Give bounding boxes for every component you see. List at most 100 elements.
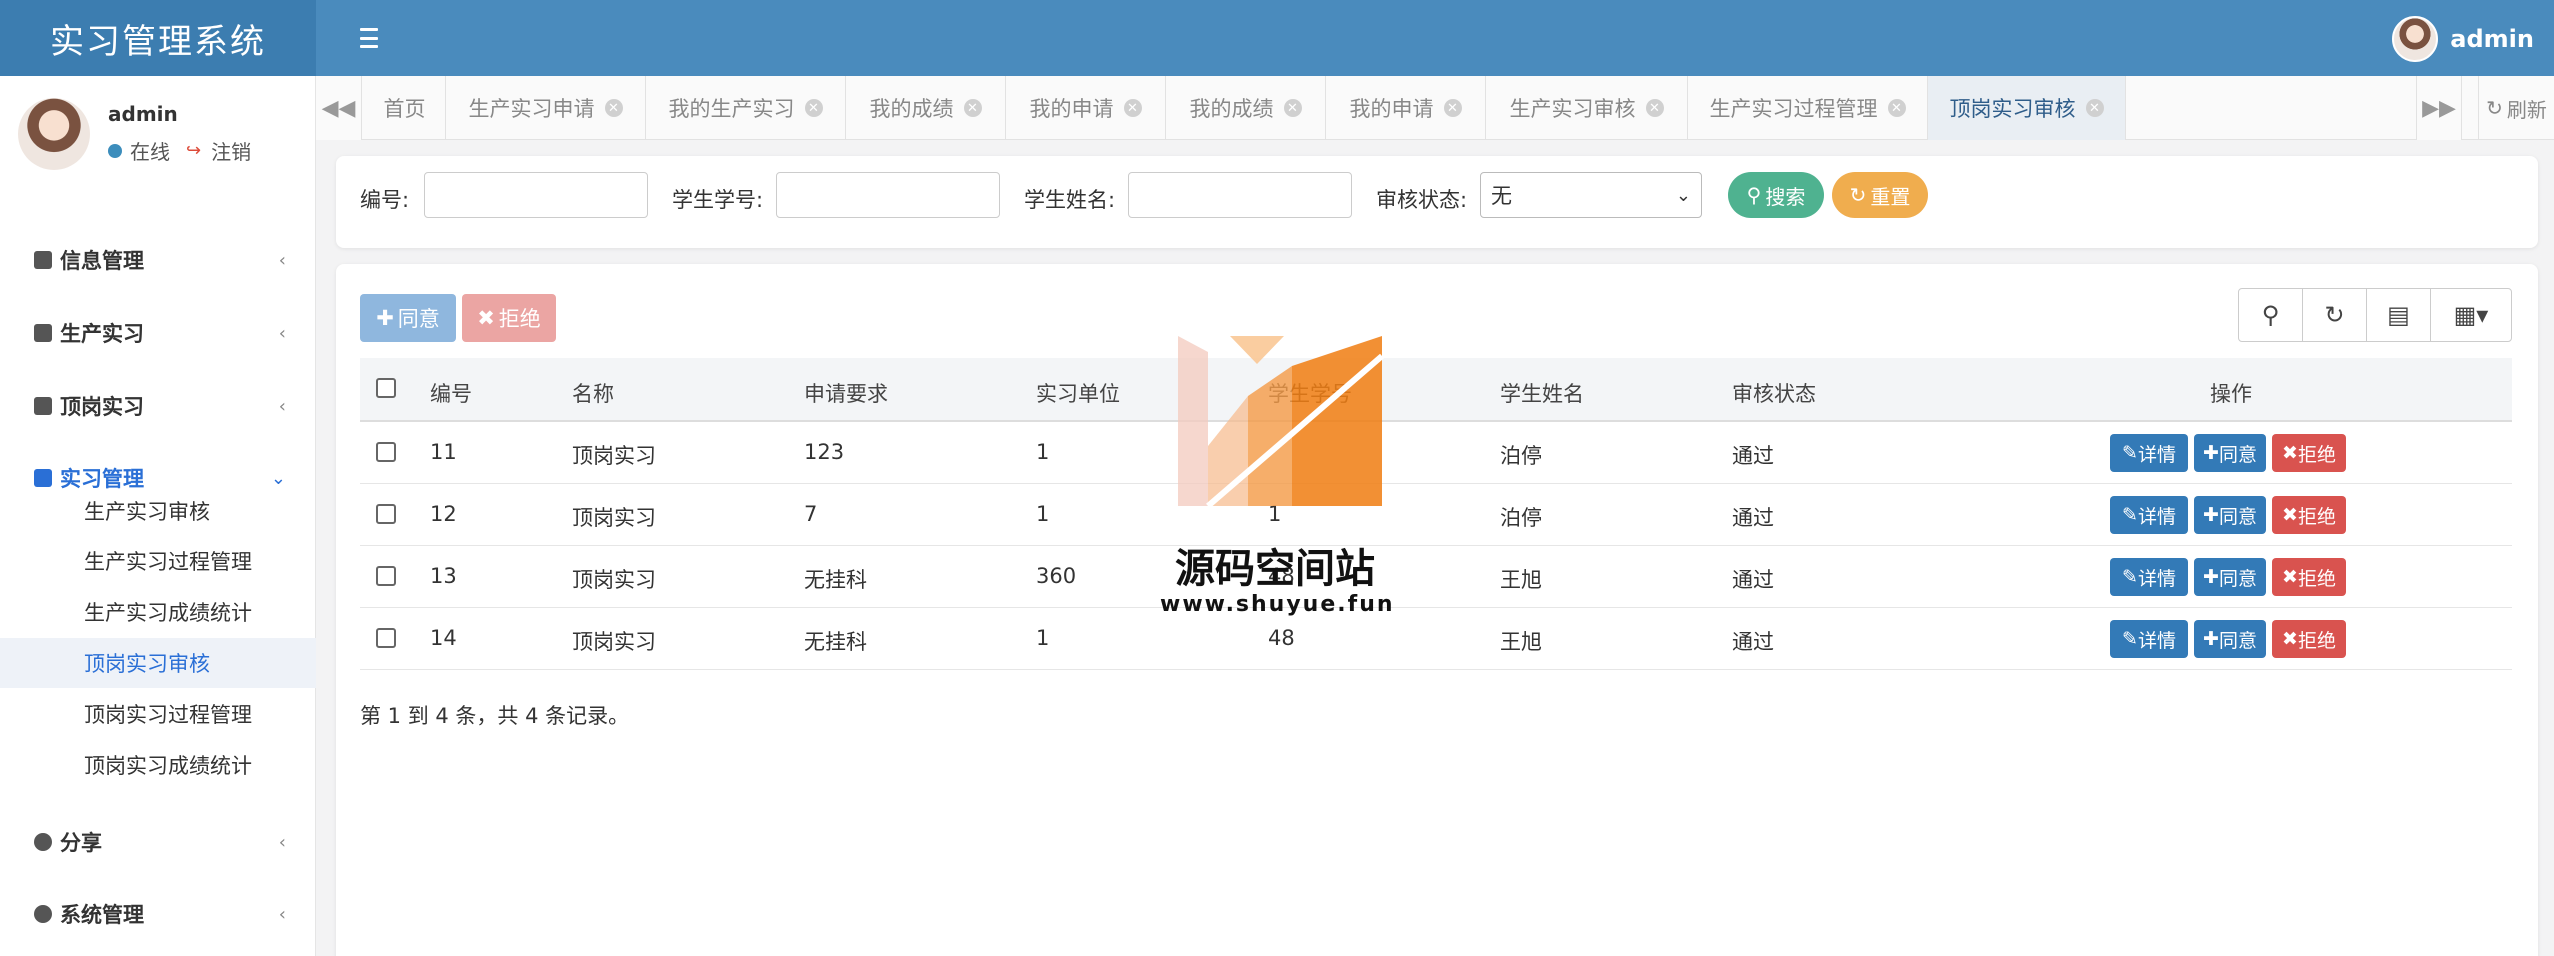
tab-label: 我的生产实习 xyxy=(668,97,795,121)
row-checkbox[interactable] xyxy=(376,442,396,462)
reset-button[interactable]: ↻ 重置 xyxy=(1832,172,1928,218)
subitem-internship-review[interactable]: 顶岗实习审核 xyxy=(0,638,316,688)
tab-my-scores[interactable]: 我的成绩 ✕ xyxy=(846,76,1006,140)
header-student-name: 学生姓名 xyxy=(1500,382,1584,406)
sidebar-item-production[interactable]: 生产实习 ‹ xyxy=(0,305,316,361)
user-box-icon xyxy=(34,324,52,342)
close-icon[interactable]: ✕ xyxy=(1645,99,1664,117)
times-icon: ✖ xyxy=(2282,566,2298,588)
batch-reject-button[interactable]: ✖ 拒绝 xyxy=(462,294,556,342)
student-no-input[interactable] xyxy=(776,172,1000,218)
detail-button[interactable]: ✎ 详情 xyxy=(2110,434,2188,472)
subitem-production-review[interactable]: 生产实习审核 xyxy=(0,486,316,536)
sidebar-item-info[interactable]: 信息管理 ‹ xyxy=(0,232,316,288)
close-icon[interactable]: ✕ xyxy=(2085,99,2104,117)
close-icon[interactable]: ✕ xyxy=(1283,99,1302,117)
close-icon[interactable]: ✕ xyxy=(804,99,823,117)
header-name: 名称 xyxy=(572,382,614,406)
select-all-checkbox[interactable] xyxy=(376,378,396,398)
tab-my-applications-2[interactable]: 我的申请 ✕ xyxy=(1326,76,1486,140)
top-user-menu[interactable]: admin xyxy=(2392,16,2534,62)
tab-production-process[interactable]: 生产实习过程管理 ✕ xyxy=(1688,76,1928,140)
close-icon[interactable]: ✕ xyxy=(1443,99,1462,117)
cell-requirement: 无挂科 xyxy=(804,630,867,654)
sidebar-item-label: 顶岗实习 xyxy=(60,395,144,419)
tab-my-production[interactable]: 我的生产实习 ✕ xyxy=(646,76,846,140)
status-select-value: 无 xyxy=(1491,184,1512,208)
logout-link[interactable]: 注销 xyxy=(211,136,251,165)
close-icon[interactable]: ✕ xyxy=(604,99,623,117)
reject-button[interactable]: ✖ 拒绝 xyxy=(2272,620,2346,658)
cell-name: 顶岗实习 xyxy=(572,506,656,530)
approve-button[interactable]: ✚ 同意 xyxy=(2194,496,2266,534)
tab-my-applications[interactable]: 我的申请 ✕ xyxy=(1006,76,1166,140)
approve-button[interactable]: ✚ 同意 xyxy=(2194,558,2266,596)
table-header: 编号 名称 申请要求 实习单位 学生学号 学生姓名 审核状态 操作 xyxy=(360,358,2512,422)
cell-unit: 360 xyxy=(1036,564,1077,588)
tab-production-apply[interactable]: 生产实习申请 ✕ xyxy=(446,76,646,140)
plus-icon: ✚ xyxy=(376,306,394,330)
tab-label: 生产实习审核 xyxy=(1509,97,1636,121)
cell-id: 11 xyxy=(430,440,457,464)
detail-button[interactable]: ✎ 详情 xyxy=(2110,558,2188,596)
detail-button[interactable]: ✎ 详情 xyxy=(2110,620,2188,658)
chevron-down-icon: ⌄ xyxy=(1675,184,1691,206)
top-username: admin xyxy=(2450,25,2534,53)
reject-button[interactable]: ✖ 拒绝 xyxy=(2272,434,2346,472)
sidebar-item-label: 分享 xyxy=(60,831,102,855)
refresh-button[interactable]: ↻ 刷新 xyxy=(2478,76,2554,140)
status-select[interactable]: 无 ⌄ xyxy=(1480,172,1702,218)
close-icon[interactable]: ✕ xyxy=(1123,99,1142,117)
times-icon: ✖ xyxy=(477,306,495,330)
row-checkbox[interactable] xyxy=(376,628,396,648)
sidebar-item-internship[interactable]: 顶岗实习 ‹ xyxy=(0,378,316,434)
cell-requirement: 无挂科 xyxy=(804,568,867,592)
reject-button[interactable]: ✖ 拒绝 xyxy=(2272,558,2346,596)
plus-icon: ✚ xyxy=(2203,628,2219,650)
search-panel: 编号: 学生学号: 学生姓名: 审核状态: 无 ⌄ ⚲ 搜索 ↻ 重置 xyxy=(336,156,2538,248)
detail-label: 详情 xyxy=(2137,629,2176,652)
subitem-internship-process[interactable]: 顶岗实习过程管理 xyxy=(0,689,316,739)
tabs-prev-icon[interactable]: ◀◀ xyxy=(316,76,362,140)
menu-toggle-icon[interactable] xyxy=(352,22,386,54)
grid-icon[interactable]: ▦▾ xyxy=(2431,289,2511,341)
close-icon[interactable]: ✕ xyxy=(963,99,982,117)
search-button[interactable]: ⚲ 搜索 xyxy=(1728,172,1824,218)
search-icon[interactable]: ⚲ xyxy=(2239,289,2303,341)
row-checkbox[interactable] xyxy=(376,566,396,586)
tab-my-scores-2[interactable]: 我的成绩 ✕ xyxy=(1166,76,1326,140)
refresh-icon: ↻ xyxy=(2486,96,2503,120)
chevron-left-icon: ‹ xyxy=(278,322,286,344)
sidebar-item-system[interactable]: 系统管理 ‹ xyxy=(0,886,316,942)
columns-icon[interactable]: ▤ xyxy=(2367,289,2431,341)
approve-label: 同意 xyxy=(2218,443,2257,466)
id-input[interactable] xyxy=(424,172,648,218)
subitem-production-scores[interactable]: 生产实习成绩统计 xyxy=(0,587,316,637)
student-name-input[interactable] xyxy=(1128,172,1352,218)
approve-button[interactable]: ✚ 同意 xyxy=(2194,434,2266,472)
header-actions: 操作 xyxy=(2210,382,2252,406)
tab-label: 我的申请 xyxy=(1029,97,1114,121)
sidebar-item-share[interactable]: 分享 ‹ xyxy=(0,814,316,870)
tab-production-review[interactable]: 生产实习审核 ✕ xyxy=(1486,76,1688,140)
subitem-production-process[interactable]: 生产实习过程管理 xyxy=(0,536,316,586)
batch-approve-button[interactable]: ✚ 同意 xyxy=(360,294,456,342)
tab-internship-review[interactable]: 顶岗实习审核 ✕ xyxy=(1928,76,2126,140)
row-checkbox[interactable] xyxy=(376,504,396,524)
tabs-next-icon[interactable]: ▶▶ xyxy=(2416,76,2462,140)
subitem-internship-scores[interactable]: 顶岗实习成绩统计 xyxy=(0,740,316,790)
times-icon: ✖ xyxy=(2282,442,2298,464)
detail-label: 详情 xyxy=(2137,567,2176,590)
refresh-icon[interactable]: ↻ xyxy=(2303,289,2367,341)
cell-student-name: 泊停 xyxy=(1500,444,1542,468)
close-icon[interactable]: ✕ xyxy=(1887,99,1906,117)
logout-icon[interactable]: ↪ xyxy=(186,140,201,161)
tab-home[interactable]: 首页 xyxy=(364,76,446,140)
tab-label: 我的申请 xyxy=(1349,97,1434,121)
reject-button[interactable]: ✖ 拒绝 xyxy=(2272,496,2346,534)
detail-button[interactable]: ✎ 详情 xyxy=(2110,496,2188,534)
approve-button[interactable]: ✚ 同意 xyxy=(2194,620,2266,658)
gear-icon xyxy=(34,905,52,923)
cell-unit: 1 xyxy=(1036,502,1050,526)
reject-label: 拒绝 xyxy=(2297,505,2336,528)
